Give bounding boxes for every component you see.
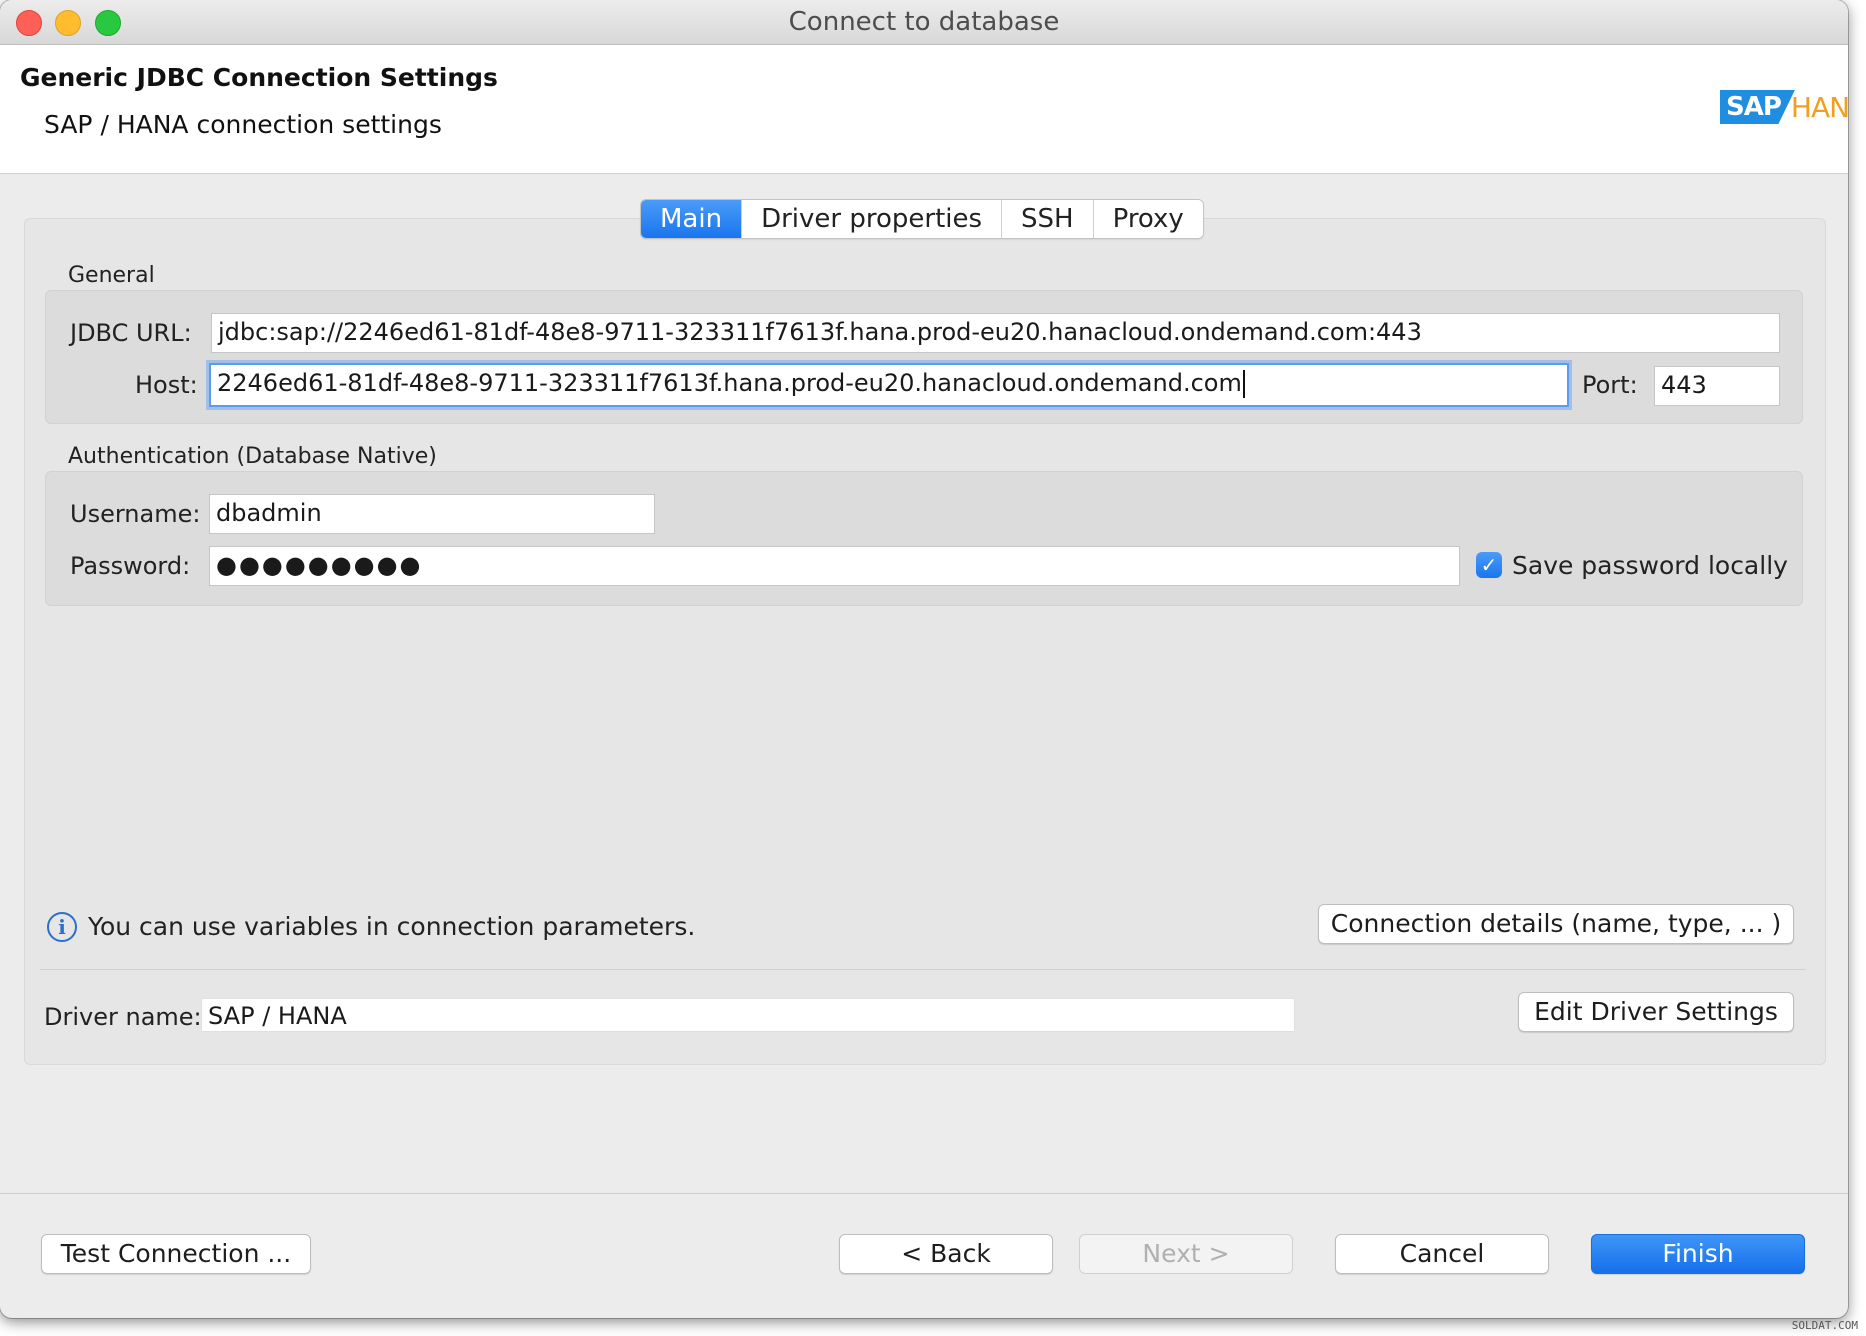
jdbc-url-label: JDBC URL: — [70, 319, 192, 347]
page-title: Generic JDBC Connection Settings — [20, 63, 498, 92]
checkmark-icon: ✓ — [1480, 553, 1498, 577]
jdbc-url-field[interactable]: jdbc:sap://2246ed61-81df-48e8-9711-32331… — [211, 313, 1780, 353]
tab-main[interactable]: Main — [641, 200, 742, 238]
tab-ssh[interactable]: SSH — [1001, 200, 1093, 238]
password-field[interactable]: ●●●●●●●●● — [209, 546, 1460, 586]
logo-hana-text: HANA — [1790, 90, 1848, 124]
text-caret — [1242, 370, 1245, 398]
sap-hana-logo: SAP HANA — [1720, 89, 1848, 125]
save-password-label[interactable]: Save password locally — [1512, 551, 1788, 580]
tab-bar: Main Driver properties SSH Proxy — [640, 199, 1204, 239]
finish-button[interactable]: Finish — [1591, 1234, 1805, 1274]
title-bar[interactable]: Connect to database — [0, 0, 1848, 45]
save-password-checkbox[interactable]: ✓ — [1476, 552, 1502, 578]
tab-proxy[interactable]: Proxy — [1092, 200, 1203, 238]
footer-divider — [0, 1193, 1848, 1194]
back-button[interactable]: < Back — [839, 1234, 1053, 1274]
connection-details-button[interactable]: Connection details (name, type, ... ) — [1318, 904, 1794, 944]
auth-section-label: Authentication (Database Native) — [68, 444, 437, 469]
driver-name-field: SAP / HANA — [201, 998, 1295, 1032]
next-button[interactable]: Next > — [1079, 1234, 1293, 1274]
username-label: Username: — [70, 500, 201, 528]
watermark: SOLDAT.COM — [1791, 1319, 1858, 1332]
host-value: 2246ed61-81df-48e8-9711-323311f7613f.han… — [217, 369, 1242, 397]
username-field[interactable]: dbadmin — [209, 494, 655, 534]
general-section-label: General — [68, 263, 155, 288]
window-title: Connect to database — [788, 7, 1060, 37]
info-icon: i — [47, 912, 77, 942]
test-connection-button[interactable]: Test Connection ... — [41, 1234, 311, 1274]
logo-sap-text: SAP — [1720, 90, 1795, 124]
cancel-button[interactable]: Cancel — [1335, 1234, 1549, 1274]
variables-info-text: You can use variables in connection para… — [88, 912, 696, 941]
edit-driver-settings-button[interactable]: Edit Driver Settings — [1518, 992, 1794, 1032]
connect-dialog: Connect to database Generic JDBC Connect… — [0, 0, 1848, 1318]
host-field[interactable]: 2246ed61-81df-48e8-9711-323311f7613f.han… — [209, 363, 1569, 407]
port-label: Port: — [1582, 371, 1638, 399]
port-field[interactable]: 443 — [1654, 366, 1780, 406]
page-subtitle: SAP / HANA connection settings — [44, 110, 442, 139]
host-label: Host: — [135, 371, 198, 399]
driver-name-label: Driver name: — [44, 1003, 202, 1031]
divider — [40, 969, 1806, 970]
password-label: Password: — [70, 552, 191, 580]
tab-driver-properties[interactable]: Driver properties — [741, 200, 1002, 238]
dialog-header: Generic JDBC Connection Settings SAP / H… — [0, 45, 1848, 174]
